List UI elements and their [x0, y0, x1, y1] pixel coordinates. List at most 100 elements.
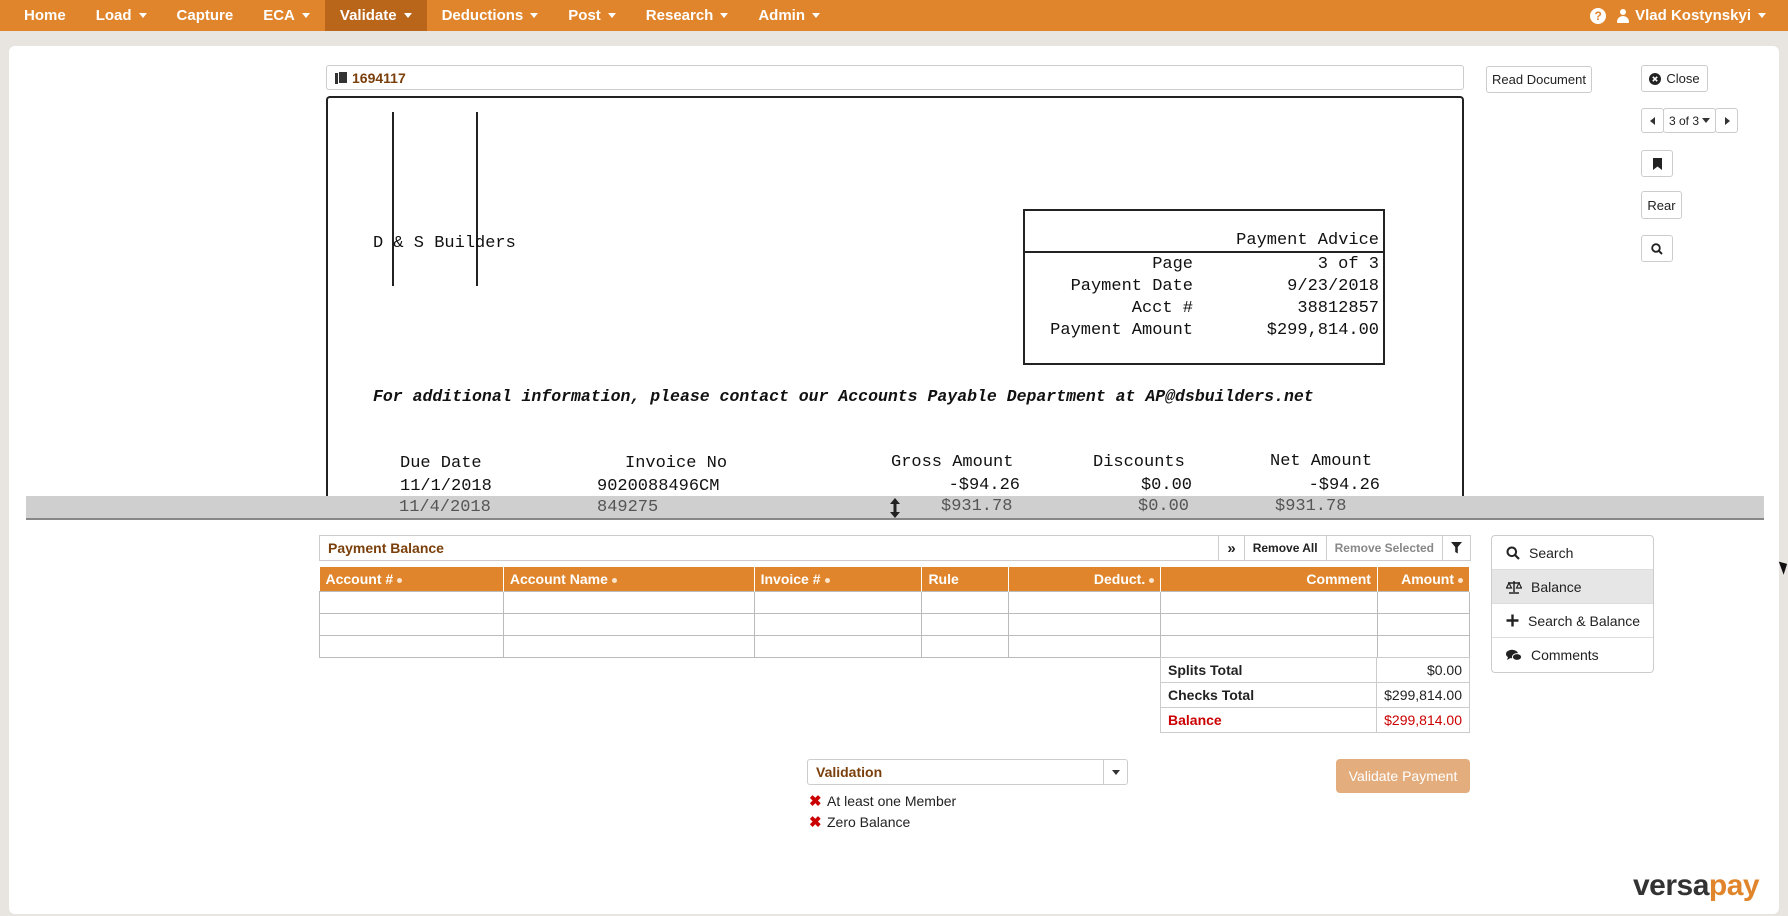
validation-label: Validation [816, 764, 883, 780]
caret-right-icon [1724, 116, 1730, 125]
caret-down-icon [138, 13, 147, 18]
caret-down-icon [1758, 13, 1766, 18]
document-id-bar: 1694117 [326, 65, 1464, 90]
help-icon[interactable]: ? [1590, 7, 1607, 24]
table-row[interactable] [319, 634, 1471, 658]
user-menu[interactable]: Vlad Kostynskyi [1616, 7, 1788, 24]
read-document-button[interactable]: Read Document [1486, 66, 1592, 93]
close-label: Close [1666, 71, 1700, 86]
close-button[interactable]: Close [1641, 65, 1708, 92]
nav-right: ? Vlad Kostynskyi [1590, 0, 1788, 31]
caret-down-icon [1702, 118, 1711, 123]
validate-payment-button[interactable]: Validate Payment [1336, 759, 1470, 793]
caret-down-icon [812, 13, 821, 18]
document-line [476, 112, 478, 286]
nav-deductions[interactable]: Deductions [427, 0, 554, 31]
nav-capture[interactable]: Capture [162, 0, 249, 31]
resize-vertical-icon[interactable] [889, 498, 901, 518]
validation-item: ✖ Zero Balance [809, 813, 910, 831]
totals-table: Splits Total $0.00 Checks Total $299,814… [1160, 657, 1470, 733]
top-navbar: Home Load Capture ECA Validate Deduction… [0, 0, 1788, 31]
bookmark-button[interactable] [1641, 150, 1673, 177]
versapay-logo: versapay [1633, 869, 1760, 903]
table-row[interactable] [319, 590, 1471, 614]
row-due-date: 11/1/2018 [400, 477, 492, 496]
nav-label: Load [95, 7, 132, 24]
scale-icon [1506, 580, 1522, 594]
column-deduct[interactable]: Deduct. [1008, 567, 1162, 591]
side-item-search-balance[interactable]: Search & Balance [1492, 604, 1653, 638]
page-indicator: 3 of 3 [1668, 113, 1700, 128]
side-item-balance[interactable]: Balance [1492, 570, 1653, 604]
filter-button[interactable] [1442, 536, 1470, 560]
nav-post[interactable]: Post [553, 0, 631, 31]
remove-selected-button[interactable]: Remove Selected [1325, 536, 1442, 560]
plus-icon [1506, 614, 1519, 627]
caret-down-icon [403, 13, 412, 18]
remove-all-button[interactable]: Remove All [1243, 536, 1326, 560]
side-item-comments[interactable]: Comments [1492, 638, 1653, 672]
next-page-button[interactable] [1715, 108, 1738, 133]
column-label: Account # [325, 570, 394, 587]
column-label: Account Name [509, 570, 608, 587]
expand-button[interactable]: » [1218, 536, 1243, 560]
nav-validate[interactable]: Validate [324, 0, 427, 31]
comments-icon [1506, 649, 1522, 661]
advice-divider [1025, 251, 1383, 253]
search-icon [1506, 546, 1520, 560]
column-label: Rule [928, 570, 959, 587]
balance-row: Balance $299,814.00 [1160, 707, 1470, 733]
error-x-icon: ✖ [809, 814, 822, 831]
table-header-row: Account # Account Name Invoice # Rule De… [319, 567, 1471, 591]
advice-title: Payment Advice [1236, 231, 1379, 250]
column-account-number[interactable]: Account # [319, 567, 504, 591]
validation-dropdown-toggle[interactable] [1103, 760, 1127, 784]
nav-label: ECA [263, 7, 295, 24]
advice-value: 3 of 3 [1317, 255, 1379, 274]
advice-value: 38812857 [1297, 299, 1379, 318]
table-row[interactable] [319, 612, 1471, 636]
zoom-button[interactable] [1641, 235, 1673, 262]
advice-label: Page [1152, 255, 1193, 274]
nav-load[interactable]: Load [81, 0, 162, 31]
nav-research[interactable]: Research [631, 0, 744, 31]
company-name: D & S Builders [373, 234, 516, 253]
column-amount[interactable]: Amount [1377, 567, 1471, 591]
totals-label: Splits Total [1160, 657, 1377, 683]
prev-page-button[interactable] [1641, 108, 1664, 133]
rear-button[interactable]: Rear [1641, 191, 1682, 219]
nav-eca[interactable]: ECA [248, 0, 325, 31]
contact-line: For additional information, please conta… [373, 387, 1314, 406]
sort-icon [397, 577, 403, 583]
nav-label: Admin [758, 7, 806, 24]
caret-left-icon [1649, 116, 1655, 125]
payment-balance-table: Account # Account Name Invoice # Rule De… [319, 567, 1471, 658]
caret-down-icon [530, 13, 539, 18]
logo-text: versa [1633, 869, 1709, 902]
totals-value: $299,814.00 [1376, 682, 1470, 708]
sort-icon [611, 577, 617, 583]
nav-label: Post [568, 7, 601, 24]
nav-home[interactable]: Home [0, 0, 81, 31]
validation-select[interactable]: Validation [807, 759, 1128, 785]
nav-admin[interactable]: Admin [743, 0, 835, 31]
splits-total-row: Splits Total $0.00 [1160, 657, 1470, 683]
column-header: Invoice No [625, 454, 728, 473]
row-invoice: 9020088496CM [597, 477, 720, 496]
documents-icon [335, 71, 348, 84]
totals-label: Balance [1160, 707, 1377, 733]
bookmark-icon [1652, 157, 1662, 170]
nav-label: Home [24, 7, 66, 24]
logo-accent: pay [1708, 869, 1760, 902]
side-item-search[interactable]: Search [1492, 536, 1653, 570]
column-label: Invoice # [760, 570, 821, 587]
column-invoice-number[interactable]: Invoice # [754, 567, 923, 591]
column-comment[interactable]: Comment [1160, 567, 1378, 591]
search-icon [1651, 242, 1663, 255]
document-line [392, 112, 394, 286]
validation-item-label: Zero Balance [827, 814, 911, 830]
column-rule[interactable]: Rule [921, 567, 1010, 591]
totals-label: Checks Total [1160, 682, 1377, 708]
column-account-name[interactable]: Account Name [503, 567, 755, 591]
page-select[interactable]: 3 of 3 [1663, 108, 1716, 133]
